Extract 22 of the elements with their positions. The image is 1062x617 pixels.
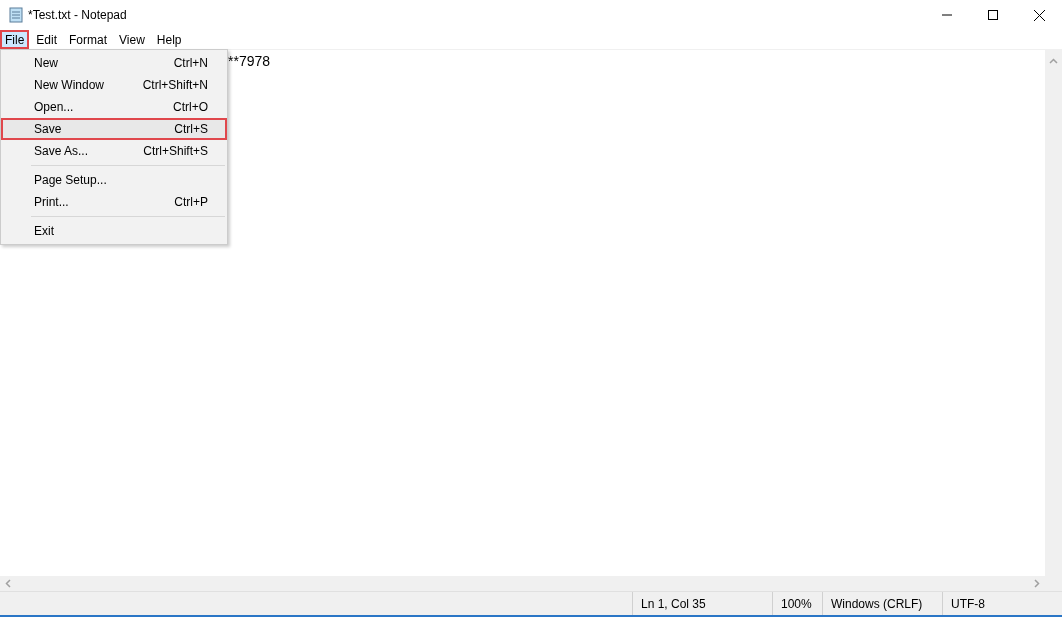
menu-option[interactable]: Exit (1, 220, 227, 242)
scroll-right-icon[interactable] (1034, 579, 1040, 588)
menu-option[interactable]: Save Ctrl+S (1, 118, 227, 140)
status-field: UTF-8 (943, 592, 1046, 615)
menu-item[interactable]: File (0, 30, 30, 49)
menu-option[interactable]: Print... Ctrl+P (1, 191, 227, 213)
scroll-left-icon[interactable] (5, 579, 11, 588)
maximize-icon (988, 10, 998, 20)
scroll-up-icon[interactable] (1049, 58, 1058, 64)
document-text: **7978 (228, 53, 271, 69)
menu-option[interactable]: New Window Ctrl+Shift+N (1, 74, 227, 96)
menu-option[interactable]: Save As... Ctrl+Shift+S (1, 140, 227, 162)
window-title: *Test.txt - Notepad (28, 8, 128, 22)
menu-item[interactable]: View (114, 30, 150, 49)
menu-item[interactable]: Format (64, 30, 113, 49)
menu-item[interactable]: Edit (31, 30, 63, 49)
close-icon (1033, 9, 1045, 21)
menu-option[interactable]: Page Setup... (1, 169, 227, 191)
menu-option[interactable]: Open... Ctrl+O (1, 96, 227, 118)
notepad-icon (8, 7, 24, 23)
menu-option[interactable]: New Ctrl+N (1, 52, 227, 74)
menu-item[interactable]: Help (151, 30, 187, 49)
